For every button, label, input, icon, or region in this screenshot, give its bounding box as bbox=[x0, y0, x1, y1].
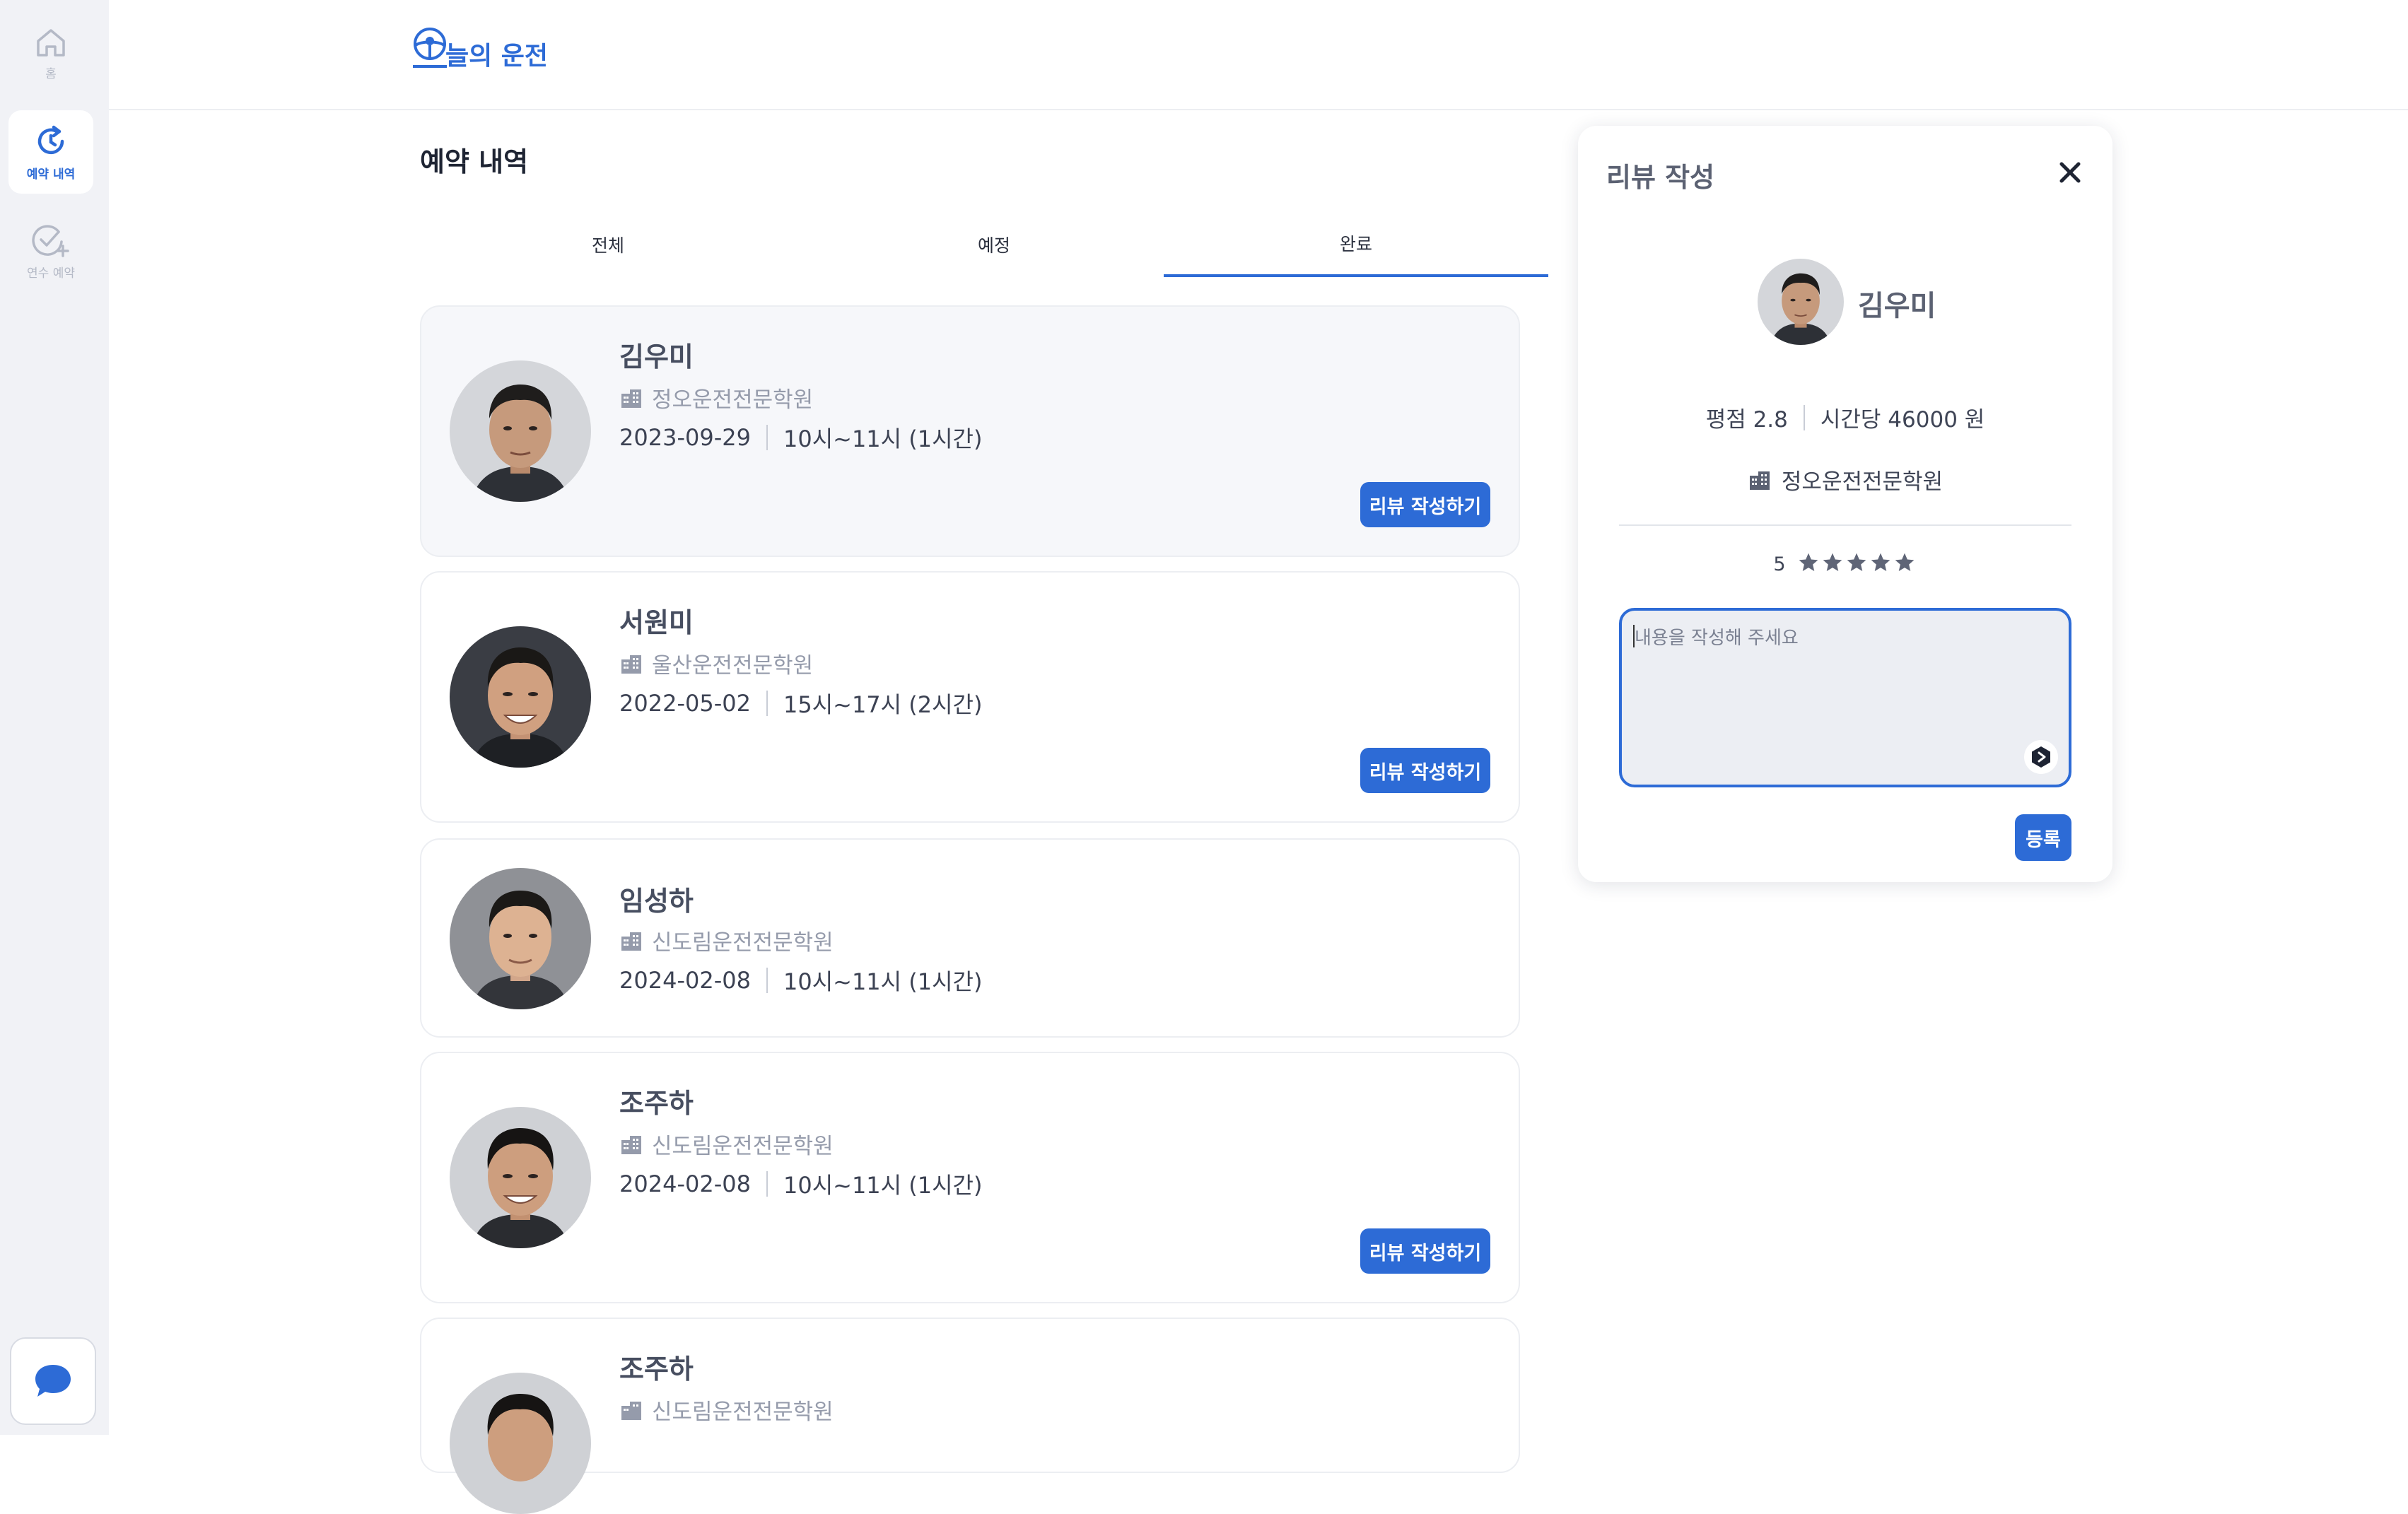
star-list bbox=[1797, 551, 1917, 577]
divider bbox=[766, 425, 768, 450]
reservation-time: 2024-02-08 10시~11시 (1시간) bbox=[619, 964, 982, 997]
building-icon bbox=[621, 932, 641, 951]
chat-button[interactable] bbox=[10, 1337, 96, 1425]
reservation-time: 2022-05-02 15시~17시 (2시간) bbox=[619, 687, 982, 720]
page-title: 예약 내역 bbox=[420, 146, 529, 177]
reservation-date: 2023-09-29 bbox=[619, 424, 751, 451]
academy-name: 신도림운전전문학원 bbox=[652, 1399, 834, 1425]
reservation-card[interactable]: 서원미 울산운전전문학원 2022-05-02 15시~17시 (2시간) 리뷰… bbox=[420, 571, 1520, 823]
reservation-hours: 10시~11시 (1시간) bbox=[783, 1172, 983, 1199]
sidebar-item-label: 연수 예약 bbox=[27, 266, 75, 281]
logo-text: 늘의 운전 bbox=[445, 42, 549, 71]
review-textarea[interactable]: 내용을 작성해 주세요 bbox=[1619, 608, 2071, 787]
academy: 신도림운전전문학원 bbox=[619, 925, 834, 956]
write-review-button[interactable]: 리뷰 작성하기 bbox=[1360, 748, 1490, 793]
instructor-name: 김우미 bbox=[619, 341, 694, 372]
reservation-time: 2023-09-29 10시~11시 (1시간) bbox=[619, 421, 982, 454]
instructor-name: 서원미 bbox=[619, 607, 694, 638]
sidebar-item-reservations[interactable]: 예약 내역 bbox=[8, 110, 93, 194]
reservation-card[interactable]: 조주하 신도림운전전문학원 bbox=[420, 1318, 1520, 1514]
check-plus-icon bbox=[32, 224, 69, 257]
academy: 신도림운전전문학원 bbox=[619, 1128, 834, 1160]
sidebar: 홈 예약 내역 연수 예약 bbox=[0, 0, 109, 1435]
close-button[interactable] bbox=[2056, 158, 2084, 187]
avatar bbox=[1758, 259, 1844, 345]
star-icon[interactable] bbox=[1821, 551, 1844, 574]
academy: 울산운전전문학원 bbox=[619, 647, 813, 679]
academy-name: 정오운전전문학원 bbox=[652, 387, 814, 413]
star-icon[interactable] bbox=[1797, 551, 1820, 574]
home-icon bbox=[37, 28, 65, 57]
avatar bbox=[450, 1373, 591, 1514]
divider bbox=[766, 691, 768, 716]
review-placeholder: 내용을 작성해 주세요 bbox=[1635, 628, 1799, 649]
instructor-meta: 평점 2.8 시간당 46000 원 bbox=[1578, 401, 2112, 433]
reservation-card[interactable]: 임성하 신도림운전전문학원 2024-02-08 10시~11시 (1시간) bbox=[420, 838, 1520, 1038]
academy-name: 울산운전전문학원 bbox=[652, 653, 814, 679]
academy-name: 신도림운전전문학원 bbox=[652, 930, 834, 956]
divider bbox=[1803, 404, 1805, 430]
reservation-date: 2024-02-08 bbox=[619, 967, 751, 994]
write-review-button[interactable]: 리뷰 작성하기 bbox=[1360, 1228, 1490, 1274]
star-icon[interactable] bbox=[1845, 551, 1868, 574]
divider bbox=[766, 968, 768, 993]
avatar bbox=[450, 868, 591, 1009]
building-icon bbox=[1749, 471, 1770, 490]
academy-name: 정오운전전문학원 bbox=[1781, 469, 1944, 495]
building-icon bbox=[621, 1135, 641, 1154]
divider bbox=[1619, 524, 2071, 526]
chat-bubble-icon bbox=[35, 1365, 71, 1397]
submit-button[interactable]: 등록 bbox=[2015, 814, 2071, 861]
write-review-button[interactable]: 리뷰 작성하기 bbox=[1360, 482, 1490, 527]
review-panel: 리뷰 작성 김우미 평점 2.8 시간당 46000 원 정오운전전문학원 5 … bbox=[1578, 126, 2112, 882]
reservation-time: 2024-02-08 10시~11시 (1시간) bbox=[619, 1168, 982, 1200]
academy: 정오운전전문학원 bbox=[619, 382, 813, 413]
tab-scheduled[interactable]: 예정 bbox=[806, 212, 1182, 277]
sidebar-item-label: 예약 내역 bbox=[26, 167, 76, 182]
sidebar-item-home[interactable]: 홈 bbox=[8, 11, 93, 95]
sidebar-item-label: 홈 bbox=[45, 66, 57, 81]
reservation-card[interactable]: 조주하 신도림운전전문학원 2024-02-08 10시~11시 (1시간) 리… bbox=[420, 1052, 1520, 1303]
instructor-name: 조주하 bbox=[619, 1354, 694, 1385]
star-icon[interactable] bbox=[1893, 551, 1916, 574]
star-icon[interactable] bbox=[1869, 551, 1892, 574]
reservation-date: 2022-05-02 bbox=[619, 690, 751, 717]
rating-value: 5 bbox=[1773, 553, 1786, 575]
academy: 신도림운전전문학원 bbox=[619, 1394, 834, 1426]
instructor-name: 임성하 bbox=[619, 886, 694, 917]
tab-bar: 전체 예정 완료 bbox=[420, 212, 1548, 277]
reservation-hours: 10시~11시 (1시간) bbox=[783, 968, 983, 995]
instructor-name: 조주하 bbox=[619, 1088, 694, 1119]
price-label: 시간당 46000 원 bbox=[1820, 407, 1985, 433]
logo[interactable]: 늘의 운전 bbox=[411, 25, 548, 69]
avatar bbox=[450, 360, 591, 502]
rating-label: 평점 2.8 bbox=[1705, 407, 1788, 433]
reservation-card[interactable]: 김우미 정오운전전문학원 2023-09-29 10시~11시 (1시간) 리뷰… bbox=[420, 305, 1520, 557]
building-icon bbox=[621, 655, 641, 674]
sidebar-item-lesson-booking[interactable]: 연수 예약 bbox=[8, 209, 93, 293]
tab-completed[interactable]: 완료 bbox=[1164, 212, 1548, 277]
header: 늘의 운전 bbox=[109, 0, 2408, 110]
tab-all[interactable]: 전체 bbox=[420, 212, 796, 277]
close-icon bbox=[2059, 162, 2081, 183]
reservation-date: 2024-02-08 bbox=[619, 1170, 751, 1197]
academy-name: 신도림운전전문학원 bbox=[652, 1134, 834, 1159]
building-icon bbox=[621, 389, 641, 408]
star-rating: 5 bbox=[1578, 551, 2112, 577]
panel-title: 리뷰 작성 bbox=[1606, 162, 1715, 193]
history-icon bbox=[37, 125, 64, 154]
assistant-icon[interactable] bbox=[2023, 739, 2059, 775]
reservation-hours: 10시~11시 (1시간) bbox=[783, 426, 983, 452]
building-icon bbox=[621, 1401, 641, 1420]
avatar bbox=[450, 626, 591, 768]
divider bbox=[766, 1171, 768, 1197]
reservation-hours: 15시~17시 (2시간) bbox=[783, 691, 983, 718]
avatar bbox=[450, 1107, 591, 1248]
academy: 정오운전전문학원 bbox=[1578, 464, 2112, 495]
instructor-name: 김우미 bbox=[1858, 290, 1936, 322]
